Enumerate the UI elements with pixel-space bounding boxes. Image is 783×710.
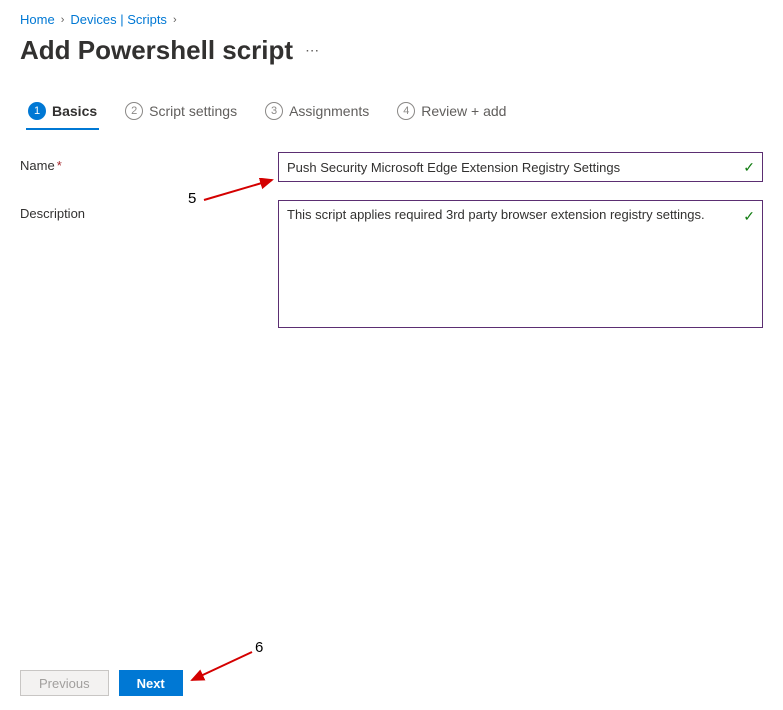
required-asterisk: * [57, 158, 62, 173]
tab-number: 1 [28, 102, 46, 120]
next-button[interactable]: Next [119, 670, 183, 696]
page-title: Add Powershell script [20, 35, 293, 66]
description-input[interactable] [278, 200, 763, 328]
breadcrumb-home[interactable]: Home [20, 12, 55, 27]
tab-script-settings[interactable]: 2 Script settings [123, 96, 239, 130]
annotation-6: 6 [255, 639, 263, 656]
form-row-description: Description ✓ [20, 200, 763, 331]
arrow-icon [186, 650, 256, 684]
name-input[interactable] [278, 152, 763, 182]
wizard-tabs: 1 Basics 2 Script settings 3 Assignments… [20, 96, 763, 130]
previous-button[interactable]: Previous [20, 670, 109, 696]
tab-assignments[interactable]: 3 Assignments [263, 96, 371, 130]
chevron-right-icon: › [173, 14, 177, 26]
more-icon[interactable]: ⋯ [305, 42, 320, 59]
tab-label: Assignments [289, 103, 369, 119]
breadcrumb: Home › Devices | Scripts › [20, 12, 763, 27]
chevron-right-icon: › [61, 14, 65, 26]
wizard-footer: Previous Next [20, 670, 183, 696]
tab-label: Review + add [421, 103, 506, 119]
tab-label: Script settings [149, 103, 237, 119]
name-label: Name* [20, 152, 278, 173]
form-row-name: Name* ✓ [20, 152, 763, 182]
tab-label: Basics [52, 103, 97, 119]
tab-number: 2 [125, 102, 143, 120]
tab-basics[interactable]: 1 Basics [26, 96, 99, 130]
tab-number: 4 [397, 102, 415, 120]
tab-number: 3 [265, 102, 283, 120]
description-label: Description [20, 200, 278, 221]
breadcrumb-devices-scripts[interactable]: Devices | Scripts [70, 12, 167, 27]
tab-review-add[interactable]: 4 Review + add [395, 96, 508, 130]
page-header: Add Powershell script ⋯ [20, 35, 763, 66]
